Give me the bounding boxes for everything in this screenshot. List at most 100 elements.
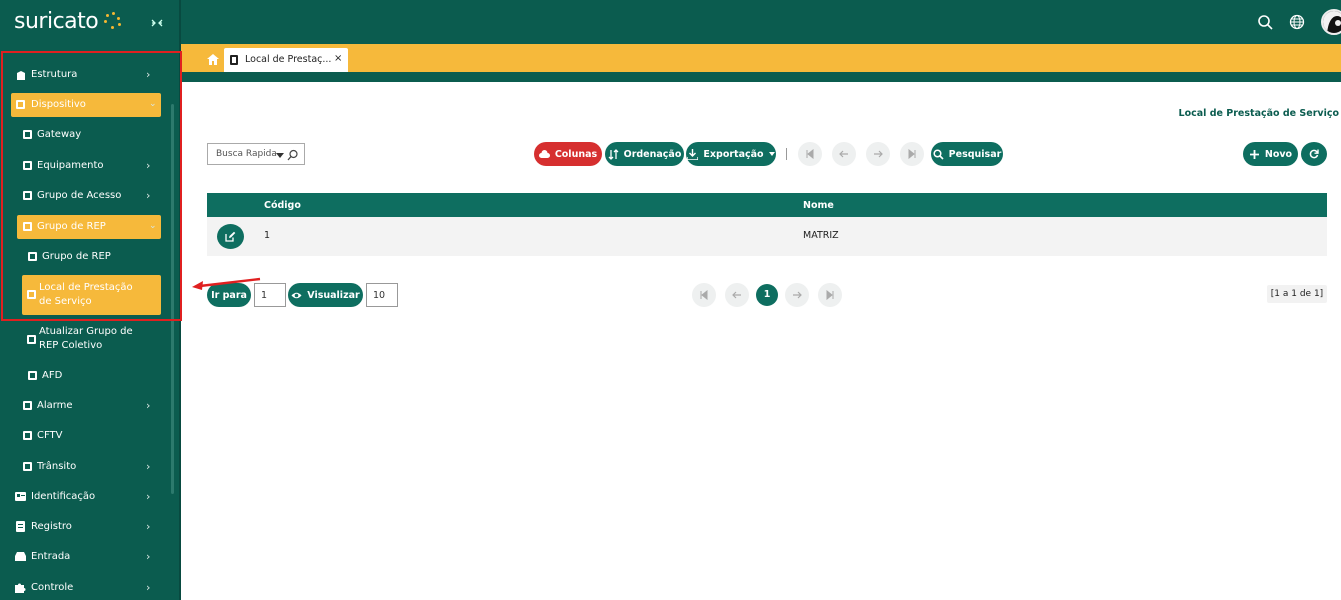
prev-page-button[interactable] [832,142,856,166]
caret-down-icon [276,153,284,158]
sidebar-item-label: CFTV [37,430,63,441]
search-button[interactable]: Pesquisar [931,142,1003,166]
sidebar-item-controle[interactable]: Controle › [0,576,170,600]
sidebar-item-grupo-de-rep[interactable]: Grupo de REP ⌄ [17,215,161,239]
collapse-sidebar-icon[interactable] [151,17,163,29]
chevron-right-icon: › [146,159,151,172]
toolbar-separator [786,148,787,160]
search-icon[interactable] [1257,14,1273,30]
sidebar-item-label: Estrutura [31,69,78,80]
top-right-actions [1257,0,1341,44]
close-icon[interactable]: × [334,53,342,64]
sidebar: Estrutura › Dispositivo ⌄ Gateway Equipa… [0,44,179,600]
sidebar-item-alarme[interactable]: Alarme › [0,394,170,418]
sidebar-item-grupo-de-rep-sub[interactable]: Grupo de REP [0,245,170,269]
chevron-right-icon: › [146,520,151,533]
columns-button[interactable]: Colunas [534,142,602,166]
last-page-button[interactable] [900,142,924,166]
view-button[interactable]: Visualizar [288,283,363,307]
column-header-codigo[interactable]: Código [264,200,301,211]
edit-icon [225,231,236,242]
home-icon[interactable] [207,54,219,65]
device-icon [27,290,36,299]
sidebar-item-atualizar-grupo[interactable]: Atualizar Grupo de REP Coletivo [0,324,170,364]
top-bar: suricato [0,0,1341,44]
building-icon [17,71,25,80]
table-row[interactable]: 1 MATRIZ [207,217,1327,256]
sidebar-divider [179,0,181,600]
chevron-down-icon: ⌄ [149,221,157,231]
tab-bar [181,44,1341,72]
columns-label: Colunas [554,148,598,160]
sidebar-item-label: Grupo de REP [42,251,111,262]
next-page-button[interactable] [866,142,890,166]
sidebar-item-registro[interactable]: Registro › [0,515,170,539]
search-icon [933,148,944,160]
sidebar-item-equipamento[interactable]: Equipamento › [0,154,170,178]
sidebar-item-label: Equipamento [37,160,104,171]
per-page-input[interactable]: 10 [366,283,398,307]
download-icon [687,148,699,160]
arrow-left-icon [732,291,741,299]
chevron-right-icon: › [146,460,151,473]
caret-down-icon [768,152,775,156]
tab-local-de-prestacao[interactable]: Local de Prestaç... × [224,48,348,72]
sidebar-item-label: Identificação [31,491,96,502]
sidebar-item-grupo-de-acesso[interactable]: Grupo de Acesso › [0,184,170,208]
first-page-button[interactable] [692,283,716,307]
sidebar-item-label: REP Coletivo [39,340,103,351]
sidebar-item-entrada[interactable]: Entrada › [0,545,170,569]
quick-search-label: Busca Rapida [216,149,277,159]
device-icon [23,462,32,471]
last-page-button[interactable] [818,283,842,307]
edit-button[interactable] [217,224,244,249]
globe-icon[interactable] [1289,14,1305,30]
page-title: Local de Prestação de Serviço [1178,108,1339,119]
export-button[interactable]: Exportação [686,142,776,166]
sidebar-item-label: Registro [31,521,72,532]
sidebar-item-cftv[interactable]: CFTV [0,424,170,448]
sidebar-item-label: Gateway [37,129,82,140]
sidebar-item-afd[interactable]: AFD [0,364,170,388]
logo-text: suricato [14,9,99,34]
device-icon [28,252,37,261]
quick-search-dropdown[interactable]: Busca Rapida [207,143,305,165]
device-icon [230,55,238,65]
tab-bar-underline [181,72,1341,82]
device-icon [28,371,37,380]
id-card-icon [15,492,26,501]
prev-page-button[interactable] [725,283,749,307]
clipboard-icon [16,521,25,532]
device-icon [16,100,25,109]
new-button[interactable]: Novo [1243,142,1298,166]
inbox-icon [15,552,26,561]
puzzle-icon [15,583,26,593]
sort-button[interactable]: Ordenação [605,142,684,166]
next-page-button[interactable] [785,283,809,307]
sidebar-item-label: Trânsito [37,461,77,472]
refresh-icon [1309,149,1319,159]
sidebar-item-label: Dispositivo [31,99,86,110]
sidebar-scrollbar[interactable] [171,104,174,494]
table-header: Código Nome [207,193,1327,217]
sidebar-item-gateway[interactable]: Gateway [0,123,170,147]
column-header-nome[interactable]: Nome [803,200,834,211]
sidebar-item-identificacao[interactable]: Identificação › [0,485,170,509]
avatar[interactable] [1321,9,1341,35]
cell-codigo: 1 [264,230,271,241]
sidebar-item-label: AFD [42,370,63,381]
logo[interactable]: suricato [14,9,121,34]
sidebar-item-estrutura[interactable]: Estrutura › [0,63,170,87]
sidebar-item-label: Controle [31,582,74,593]
tab-label: Local de Prestaç... [245,54,332,65]
refresh-button[interactable] [1301,142,1327,166]
sidebar-item-dispositivo[interactable]: Dispositivo ⌄ [11,93,161,117]
export-label: Exportação [703,148,764,160]
pagination-info: [1 a 1 de 1] [1267,285,1327,303]
sidebar-item-local-de-prestacao[interactable]: Local de Prestação de Serviço [22,275,161,315]
current-page-button[interactable]: 1 [756,284,778,306]
search-icon[interactable] [287,149,299,161]
sidebar-item-transito[interactable]: Trânsito › [0,455,170,479]
device-icon [23,161,32,170]
first-page-button[interactable] [798,142,822,166]
